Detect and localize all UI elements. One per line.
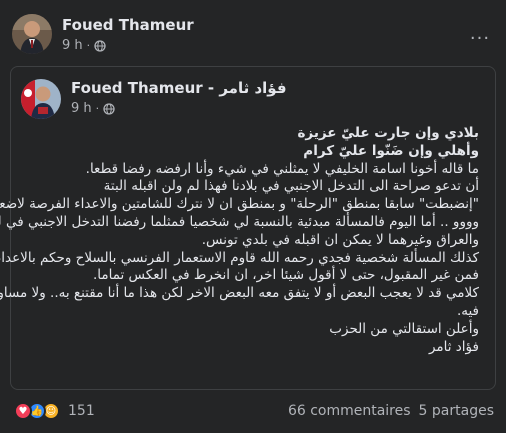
globe-icon bbox=[103, 102, 115, 115]
person-photo-icon bbox=[12, 14, 52, 54]
shared-post-time[interactable]: 9 h bbox=[71, 101, 92, 116]
meta-separator: · bbox=[95, 102, 100, 115]
shared-author-name[interactable]: Foued Thameur - فؤاد ثامر bbox=[71, 79, 287, 97]
text-line: كذلك المسألة شخصية فجدي رحمه الله قاوم ا… bbox=[0, 249, 479, 266]
shared-post-text: بلادي وإن جارت عليّ عزيزة وأهلي وإن ضَنّ… bbox=[0, 125, 479, 356]
text-line: وأهلي وإن ضَنّوا عليّ كرام bbox=[303, 142, 479, 159]
shared-author-avatar[interactable] bbox=[21, 79, 61, 119]
person-photo-icon bbox=[21, 79, 61, 119]
text-line: فمن غير المقبول، حتى لا أقول شيئا اخر، ا… bbox=[92, 267, 479, 284]
post-footer: ♥ 👍 ☺ 151 66 commentaires 5 partages bbox=[0, 395, 506, 433]
meta-separator: · bbox=[86, 39, 91, 52]
text-line: والعراق وغيرهما لا يمكن ان اقبله في بلدي… bbox=[201, 231, 479, 248]
text-line: فيه. bbox=[456, 302, 479, 319]
text-line: وووو .. أما اليوم فالمسألة مبدئية بالنسب… bbox=[0, 213, 479, 230]
post-stats: 66 commentaires 5 partages bbox=[288, 403, 494, 419]
text-line: "إنضبطت" سابقا بمنطق "الرحلة" و بمنطق ان… bbox=[0, 196, 479, 213]
shares-count[interactable]: 5 partages bbox=[419, 403, 494, 419]
text-line: وأعلن استقالتي من الحزب bbox=[329, 320, 479, 337]
shared-post-meta: 9 h · bbox=[71, 101, 115, 116]
text-line: كلامي قد لا يعجب البعض أو لا يتفق معه ال… bbox=[0, 285, 479, 302]
love-icon: ♥ bbox=[14, 402, 32, 420]
reactions-summary[interactable]: ♥ 👍 ☺ 151 bbox=[14, 402, 95, 420]
author-name[interactable]: Foued Thameur bbox=[62, 16, 194, 34]
text-line: ما قاله أخونا اسامة الخليفي لا يمثلني في… bbox=[85, 160, 479, 177]
reaction-count[interactable]: 151 bbox=[68, 403, 95, 419]
shared-post[interactable]: Foued Thameur - فؤاد ثامر 9 h · بلادي وإ… bbox=[0, 66, 496, 390]
text-line: أن تدعو صراحة الى التدخل الاجنبي في بلاد… bbox=[103, 178, 479, 195]
post-card: Foued Thameur 9 h · ··· Foued Thameur - … bbox=[0, 0, 506, 433]
post-meta: 9 h · bbox=[62, 38, 106, 53]
author-avatar[interactable] bbox=[12, 14, 52, 54]
globe-icon bbox=[94, 39, 106, 52]
text-line: بلادي وإن جارت عليّ عزيزة bbox=[297, 125, 479, 141]
comments-count[interactable]: 66 commentaires bbox=[288, 403, 411, 419]
post-time[interactable]: 9 h bbox=[62, 38, 83, 53]
text-line: فؤاد ثامر bbox=[428, 338, 479, 355]
ellipsis-icon[interactable]: ··· bbox=[466, 28, 494, 49]
